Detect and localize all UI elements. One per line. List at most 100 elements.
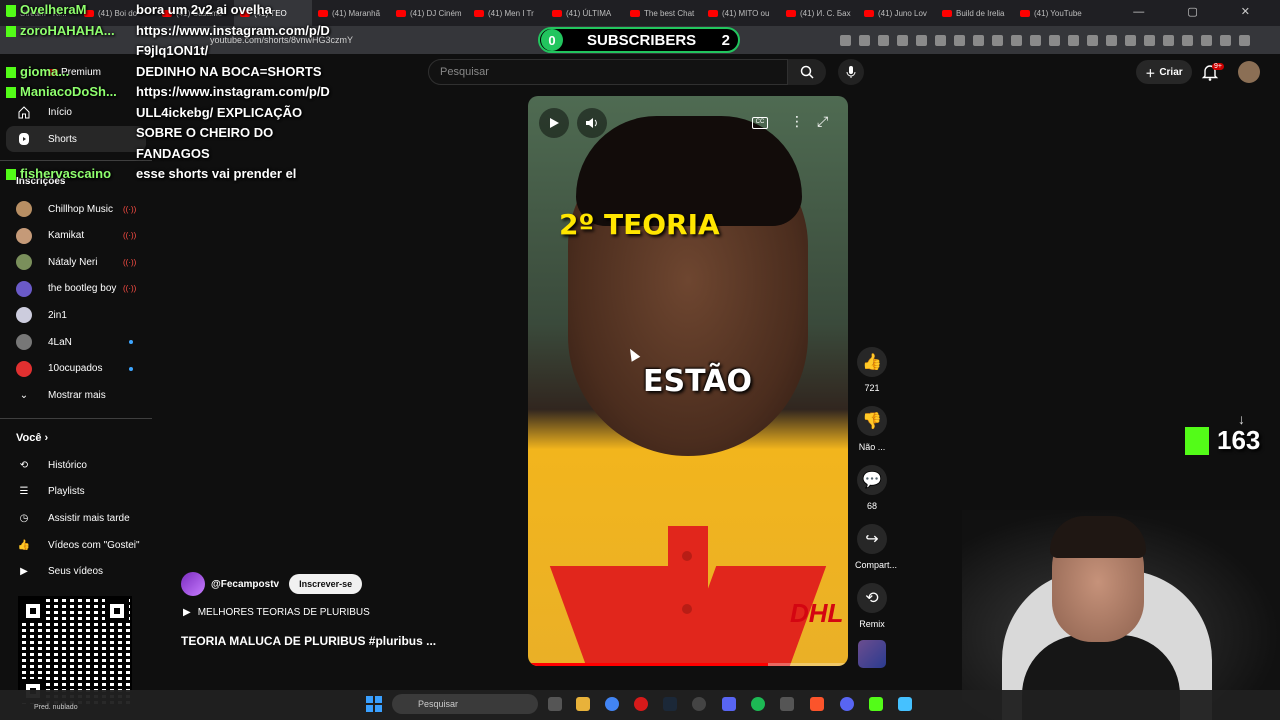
extension-icon[interactable]: [1011, 34, 1022, 46]
remix-button[interactable]: ⟲ Remix: [855, 583, 889, 629]
app-icon[interactable]: [692, 697, 706, 711]
video-caption-top: 2º TEORIA: [559, 208, 720, 241]
tab-favicon-icon: [942, 9, 952, 17]
browser-tab[interactable]: (41) Men I Tr: [468, 0, 546, 26]
voice-search-button[interactable]: [838, 59, 864, 85]
play-button[interactable]: [539, 108, 569, 138]
extension-icon[interactable]: [859, 34, 870, 46]
browser-tab[interactable]: (41) MITO ou: [702, 0, 780, 26]
dislike-button[interactable]: 👎 Não ...: [855, 406, 889, 452]
share-button[interactable]: ↪ Compart...: [855, 524, 897, 570]
browser-tab[interactable]: The best Chat: [624, 0, 702, 26]
subscription-name: Chillhop Music: [48, 203, 114, 215]
extension-icon[interactable]: [935, 34, 946, 46]
sidebar-item-label: Playlists: [48, 486, 85, 498]
extension-icon[interactable]: [992, 34, 1003, 46]
liked-videos-icon: 👍: [17, 539, 31, 551]
browser-tab[interactable]: (41) ÚLTIMA: [546, 0, 624, 26]
like-button[interactable]: 👍 721: [855, 347, 889, 393]
search-button[interactable]: [788, 59, 826, 85]
tab-label: The best Chat: [644, 8, 695, 18]
subscribe-button[interactable]: Inscrever-se: [289, 574, 363, 594]
channel-avatar: [16, 307, 32, 324]
subscription-item[interactable]: 10ocupados: [0, 356, 150, 382]
more-options-icon[interactable]: ⋮: [790, 113, 804, 130]
weather-widget[interactable]: Pred. nublado: [34, 704, 78, 711]
extension-icon[interactable]: [973, 34, 984, 46]
browser-tab[interactable]: (41) DJ Ciném: [390, 0, 468, 26]
extension-icon[interactable]: [1030, 34, 1041, 46]
chrome-icon[interactable]: [605, 697, 619, 711]
sidebar-divider: [0, 418, 152, 419]
sidebar-item-you[interactable]: ☰ Playlists: [0, 479, 150, 505]
chat-username: gioma...: [20, 63, 70, 79]
spotify-icon[interactable]: [751, 697, 765, 711]
browser-tab[interactable]: (41) YouTube: [1014, 0, 1092, 26]
kick-app-icon[interactable]: [869, 697, 883, 711]
steam-icon[interactable]: [663, 697, 677, 711]
extension-icon[interactable]: [1163, 34, 1174, 46]
browser-tab[interactable]: Build de Irelia: [936, 0, 1014, 26]
shorts-video-player[interactable]: 2º TEORIA ESTÃO DHL CC ⋮ ⤢: [528, 96, 848, 666]
discord-icon[interactable]: [840, 697, 854, 711]
extension-icon[interactable]: [897, 34, 908, 46]
subscription-name: Kamikat: [48, 230, 85, 242]
subscription-item[interactable]: Kamikat ((·)): [0, 223, 150, 249]
playlist-link[interactable]: ▶ MELHORES TEORIAS DE PLURIBUS: [183, 607, 370, 618]
volume-button[interactable]: [577, 108, 607, 138]
audio-thumbnail[interactable]: [858, 640, 886, 668]
extension-icon[interactable]: [1144, 34, 1155, 46]
subscription-item[interactable]: the bootleg boy ((·)): [0, 276, 150, 302]
search-input[interactable]: Pesquisar: [428, 59, 788, 85]
video-title[interactable]: TEORIA MALUCA DE PLURIBUS #pluribus ...: [181, 634, 436, 648]
taskbar-search[interactable]: Pesquisar: [392, 694, 538, 714]
grid-app-icon[interactable]: [722, 697, 736, 711]
show-more-button[interactable]: ⌄ Mostrar mais: [0, 382, 150, 408]
subscription-item[interactable]: Nátaly Neri ((·)): [0, 249, 150, 275]
fullscreen-icon[interactable]: ⤢: [817, 113, 828, 130]
captions-cc-icon[interactable]: CC: [752, 117, 768, 129]
extension-icon[interactable]: [1068, 34, 1079, 46]
tab-favicon-icon: [864, 9, 874, 17]
extension-icon[interactable]: [878, 34, 889, 46]
browser-tab[interactable]: (41) Juno Lov: [858, 0, 936, 26]
extension-icon[interactable]: [1125, 34, 1136, 46]
create-button[interactable]: ＋ Criar: [1136, 60, 1192, 84]
channel-handle[interactable]: @Fecampostv: [211, 579, 279, 590]
brave-icon[interactable]: [810, 697, 824, 711]
extension-icon[interactable]: [1106, 34, 1117, 46]
comments-button[interactable]: 💬 68: [855, 465, 889, 511]
tab-favicon-icon: [708, 9, 718, 17]
sidebar-item-you[interactable]: 👍 Vídeos com "Gostei": [0, 532, 150, 558]
start-button[interactable]: [366, 696, 382, 712]
history-icon: ⟲: [19, 459, 29, 471]
extension-icon[interactable]: [954, 34, 965, 46]
extension-icon[interactable]: [1182, 34, 1193, 46]
extension-icon[interactable]: [840, 34, 851, 46]
extension-icon[interactable]: [916, 34, 927, 46]
sidebar-item-you[interactable]: ◷ Assistir mais tarde: [0, 505, 150, 531]
app-icon[interactable]: [780, 697, 794, 711]
account-avatar[interactable]: [1238, 61, 1260, 83]
live-indicator-icon: ((·)): [123, 231, 137, 241]
extension-icon[interactable]: [1087, 34, 1098, 46]
opera-icon[interactable]: [634, 697, 648, 711]
extension-icon[interactable]: [1220, 34, 1231, 46]
extension-icon[interactable]: [1201, 34, 1212, 46]
subscription-item[interactable]: 2in1: [0, 302, 150, 328]
subscription-item[interactable]: 4LaN: [0, 329, 150, 355]
browser-tab[interactable]: (41) И. С. Бах: [780, 0, 858, 26]
channel-avatar[interactable]: [181, 572, 205, 596]
file-explorer-icon[interactable]: [576, 697, 590, 711]
tab-label: (41) И. С. Бах: [800, 8, 851, 18]
window-controls[interactable]: — ▢ ✕: [1133, 5, 1270, 18]
you-section-title[interactable]: Você ›: [16, 432, 48, 444]
task-view-icon[interactable]: [548, 697, 562, 711]
extension-icon[interactable]: [1049, 34, 1060, 46]
sidebar-item-you[interactable]: ▶ Seus vídeos: [0, 559, 150, 585]
video-progress-bar[interactable]: [528, 663, 848, 666]
sidebar-item-you[interactable]: ⟲ Histórico: [0, 452, 150, 478]
notes-app-icon[interactable]: [898, 697, 912, 711]
subscription-item[interactable]: Chillhop Music ((·)): [0, 196, 150, 222]
extension-icon[interactable]: [1239, 34, 1250, 46]
